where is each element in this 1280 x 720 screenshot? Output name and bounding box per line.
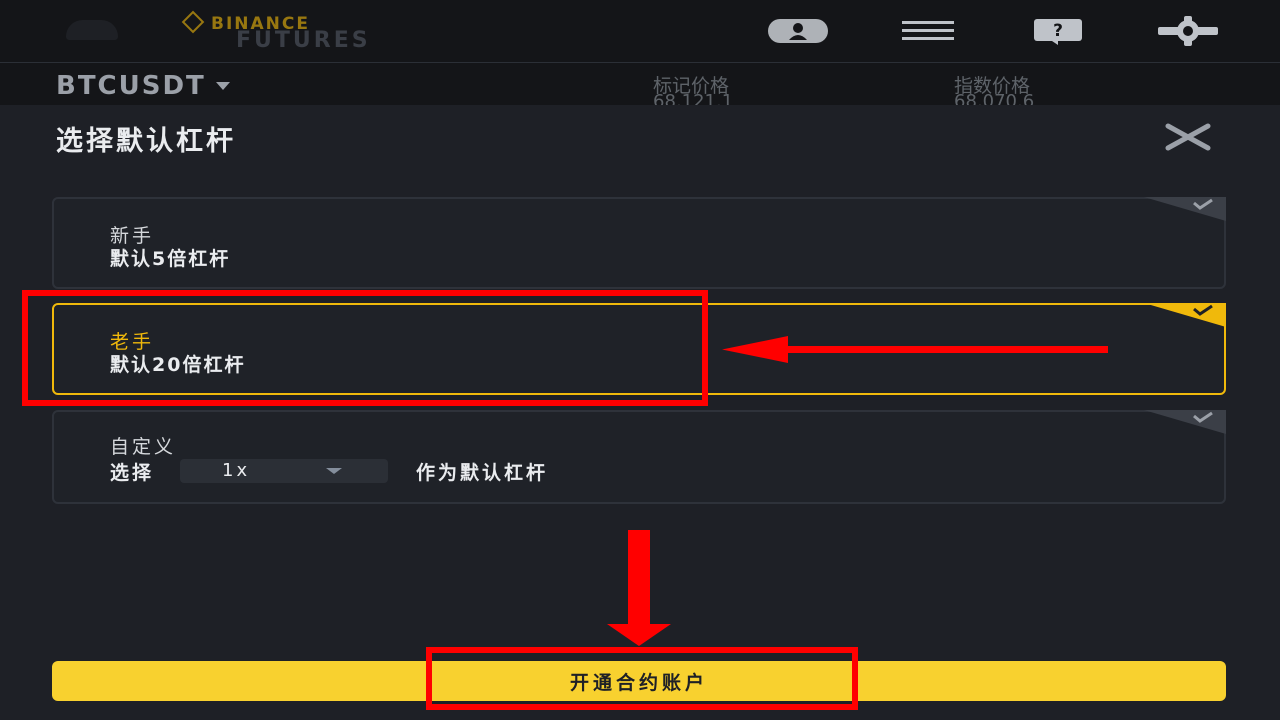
option-title: 自定义: [110, 436, 177, 458]
chevron-down-icon: [326, 468, 343, 474]
binance-diamond-icon: [181, 10, 205, 34]
svg-text:?: ?: [1053, 21, 1063, 41]
mark-price-value: 68,121.1: [653, 91, 734, 105]
option-custom[interactable]: 自定义 选择 1x 作为默认杠杆: [52, 410, 1226, 504]
custom-prefix: 选择: [110, 461, 155, 484]
symbol-name: BTCUSDT: [56, 71, 206, 101]
close-icon[interactable]: [1164, 123, 1212, 151]
menu-icon[interactable]: [898, 16, 958, 46]
check-corner-icon: [1144, 303, 1226, 327]
leverage-select[interactable]: 1x: [180, 459, 389, 483]
ticker-bar: BTCUSDT 标记价格 68,121.1 指数价格 68,070.6: [0, 63, 1280, 105]
top-bar: BINANCE FUTURES ?: [0, 0, 1280, 63]
option-veteran[interactable]: 老手 默认20倍杠杆: [52, 303, 1226, 395]
check-corner-icon: [1144, 410, 1226, 434]
gear-icon[interactable]: [1158, 16, 1218, 46]
custom-suffix: 作为默认杠杆: [416, 461, 549, 484]
option-beginner[interactable]: 新手 默认5倍杠杆: [52, 197, 1226, 289]
open-futures-account-button[interactable]: 开通合约账户: [52, 661, 1226, 701]
index-price-value: 68,070.6: [954, 91, 1035, 105]
chevron-down-icon: [215, 82, 230, 90]
help-icon[interactable]: ?: [1028, 16, 1088, 46]
custom-leverage-row: 选择 1x 作为默认杠杆: [110, 458, 548, 484]
symbol-selector[interactable]: BTCUSDT: [56, 71, 230, 101]
option-desc: 默认5倍杠杆: [110, 248, 231, 270]
home-icon[interactable]: [66, 20, 118, 40]
check-corner-icon: [1144, 197, 1226, 221]
sheet-title: 选择默认杠杆: [56, 126, 236, 157]
leverage-select-value: 1x: [222, 460, 251, 481]
user-icon[interactable]: [768, 16, 828, 46]
brand-subtitle: FUTURES: [236, 28, 371, 53]
option-desc: 默认20倍杠杆: [110, 354, 246, 376]
